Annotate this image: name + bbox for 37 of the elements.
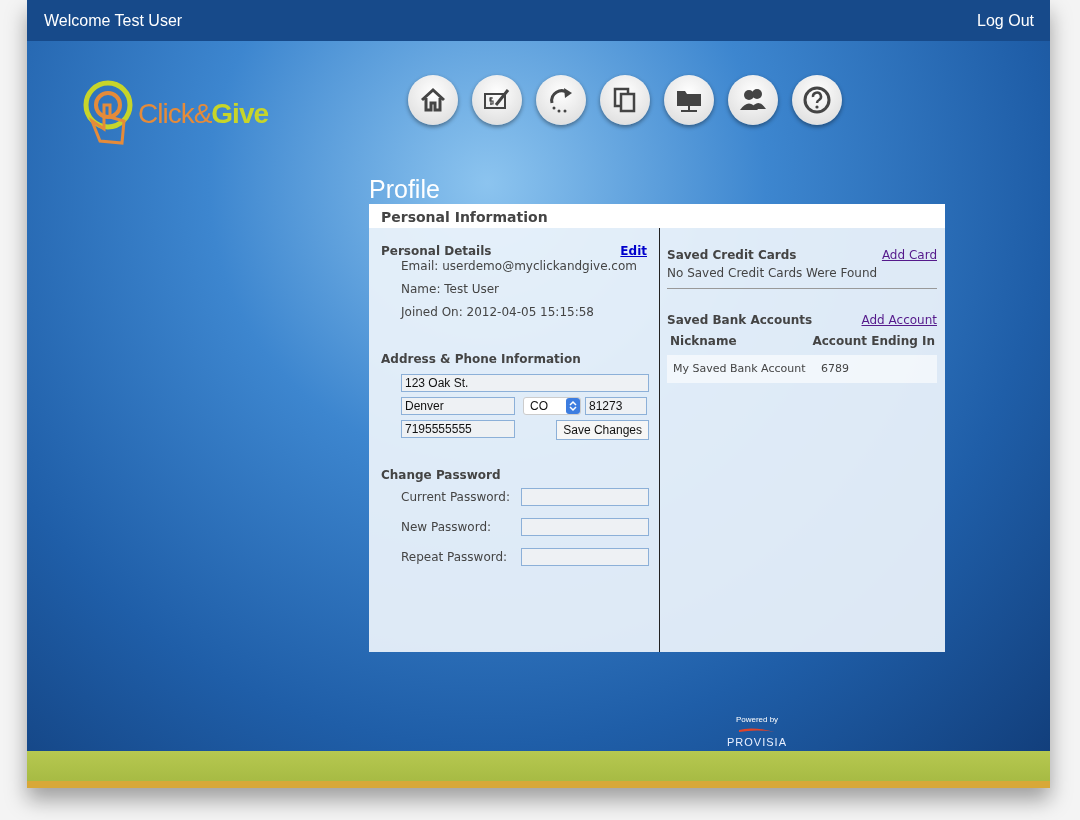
detail-text: Name: Test User — [401, 282, 500, 297]
field-label: Repeat Password: — [401, 549, 508, 567]
table-cell-text: 6789 — [821, 360, 849, 377]
field-label: Current Password: — [401, 489, 510, 507]
column-header: Account Ending In — [812, 333, 935, 351]
save-changes-button[interactable]: Save Changes — [556, 420, 649, 441]
state-select[interactable]: CO — [523, 397, 581, 416]
brand-text: PROVISIA — [727, 735, 787, 751]
help-icon[interactable] — [802, 85, 833, 116]
powered-by-text: Powered by — [735, 714, 779, 727]
password-field[interactable] — [521, 518, 649, 537]
add-card-link[interactable]: Add Card — [881, 246, 937, 265]
section-heading: Address & Phone Information — [381, 351, 582, 369]
phone-field[interactable]: 7195555555 — [401, 420, 515, 439]
logo-text: Click&Give — [138, 96, 269, 131]
section-heading: Saved Credit Cards — [667, 247, 797, 265]
table-cell-text: My Saved Bank Account — [673, 360, 807, 377]
updown-icon — [569, 400, 577, 413]
add-account-link[interactable]: Add Account — [861, 311, 937, 330]
welcome-text: Welcome Test User — [44, 10, 183, 31]
city-field[interactable]: Denver — [401, 397, 515, 416]
detail-text: Email: userdemo@myclickandgive.com — [401, 259, 637, 274]
section-heading: Saved Bank Accounts — [667, 312, 813, 330]
page-title: Profile — [369, 174, 441, 205]
detail-text: Joined On: 2012-04-05 15:15:58 — [401, 305, 594, 320]
password-field[interactable] — [521, 548, 649, 567]
street-field[interactable]: 123 Oak St. — [401, 374, 649, 393]
zip-field[interactable]: 81273 — [585, 397, 647, 416]
edit-link[interactable]: Edit — [620, 242, 647, 261]
logout-link[interactable]: Log Out — [977, 8, 1034, 33]
column-header: Nickname — [670, 333, 737, 351]
empty-message: No Saved Credit Cards Were Found — [667, 265, 879, 283]
section-heading: Change Password — [381, 467, 502, 485]
field-label: New Password: — [401, 519, 492, 537]
section-heading: Personal Details — [381, 243, 492, 260]
panel-title: Personal Information — [369, 204, 945, 229]
password-field[interactable] — [521, 488, 649, 507]
